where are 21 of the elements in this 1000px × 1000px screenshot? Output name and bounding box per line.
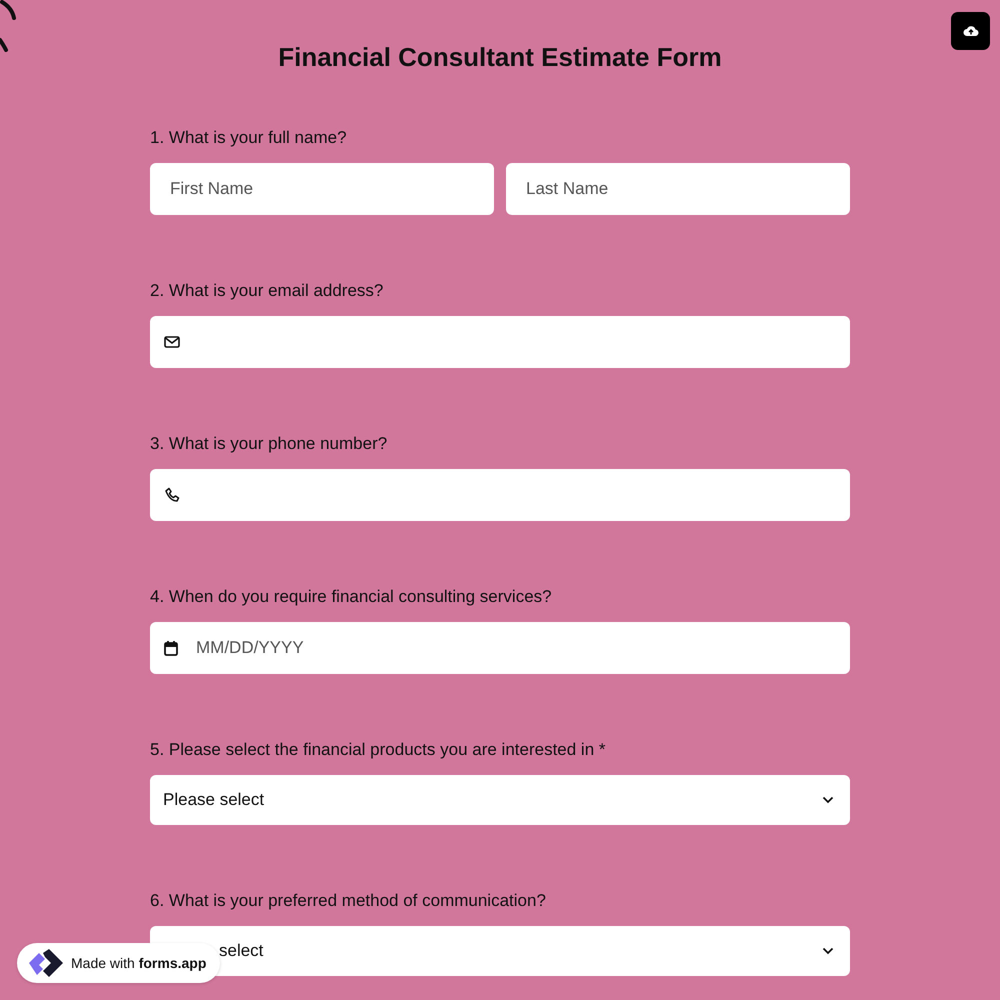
input-field[interactable] — [150, 316, 850, 368]
question-label: 5. Please select the financial products you are interested in * — [150, 740, 606, 760]
chevron-down-icon — [822, 947, 834, 955]
made-with-badge[interactable]: Made with forms.app — [17, 943, 220, 983]
input-field[interactable] — [150, 469, 850, 521]
form-title: Financial Consultant Estimate Form — [277, 41, 723, 73]
question-label: 2. What is your email address? — [150, 281, 384, 301]
question-label: 6. What is your preferred method of communication? — [150, 891, 547, 911]
chevron-down-icon — [822, 796, 834, 804]
input-field[interactable]: First Name — [150, 163, 494, 215]
mail-icon — [164, 335, 180, 349]
input-field[interactable]: Last Name — [506, 163, 850, 215]
upload-button[interactable] — [951, 12, 990, 50]
calendar-icon — [164, 640, 178, 656]
phone-icon — [164, 487, 180, 503]
question-label: 4. When do you require financial consulting services? — [150, 587, 553, 607]
date-field[interactable]: MM/DD/YYYY — [150, 622, 850, 674]
question-label: 1. What is your full name? — [150, 128, 348, 148]
cloud-upload-icon — [962, 25, 978, 37]
select-dropdown[interactable]: Please select — [150, 775, 850, 825]
question-label: 3. What is your phone number? — [150, 434, 388, 454]
